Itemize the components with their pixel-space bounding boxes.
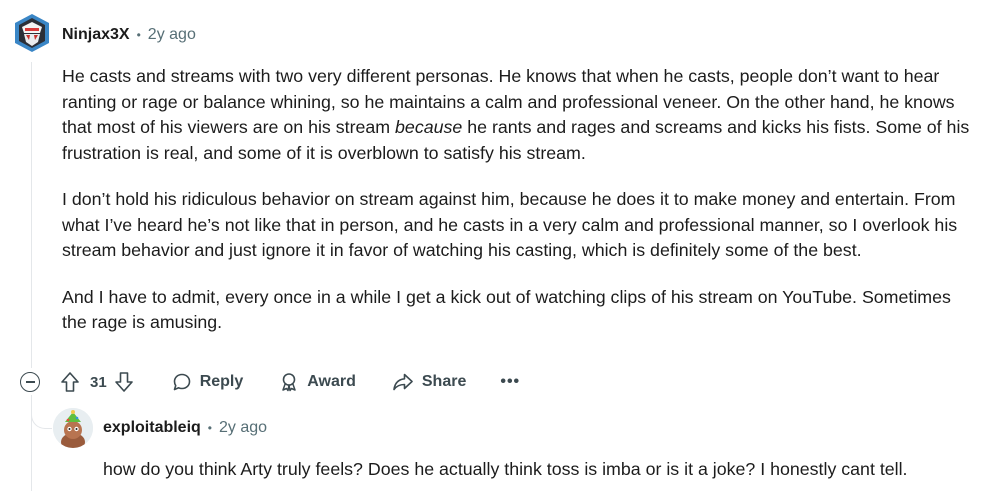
meta-separator: • [136,28,141,42]
reply-button[interactable]: Reply [172,372,244,392]
comment-author[interactable]: Ninjax3X [62,26,130,44]
reply-time[interactable]: 2y ago [219,419,267,437]
award-button[interactable]: Award [279,372,356,392]
reply-label: Reply [199,373,244,390]
comment-paragraph: And I have to admit, every once in a whi… [62,286,951,333]
thread-line[interactable] [31,62,32,368]
more-icon[interactable]: ••• [500,373,520,391]
share-label: Share [421,373,467,390]
comment-body: He casts and streams with two very diffe… [62,64,972,357]
vote-group: 31 [60,371,134,393]
share-button[interactable]: Share [392,372,466,392]
reply-icon [173,373,190,391]
upvote-icon[interactable] [60,371,80,393]
downvote-icon[interactable] [114,371,134,393]
share-icon [393,373,413,391]
award-label: Award [307,373,356,390]
emphasis-text: because [395,117,463,137]
reply-meta: exploitableiq • 2y ago [103,418,267,438]
ninjax-avatar-icon[interactable] [13,13,51,53]
comment-paragraph: I don’t hold his ridiculous behavior on … [62,189,958,260]
comment-time[interactable]: 2y ago [148,26,196,44]
collapse-icon[interactable] [20,372,40,392]
comment-paragraph: He casts and streams with two very diffe… [62,64,972,166]
comment-actions: 31 Reply Award Share ••• [20,370,520,394]
reply-author[interactable]: exploitableiq [103,419,201,437]
reply-body: how do you think Arty truly feels? Does … [103,459,908,479]
reply-branch-line [31,398,52,429]
exploitableiq-avatar-icon[interactable] [53,408,93,448]
award-icon [282,373,297,392]
meta-separator: • [207,421,212,435]
vote-score: 31 [90,373,107,391]
comment-meta: Ninjax3X • 2y ago [62,25,196,45]
